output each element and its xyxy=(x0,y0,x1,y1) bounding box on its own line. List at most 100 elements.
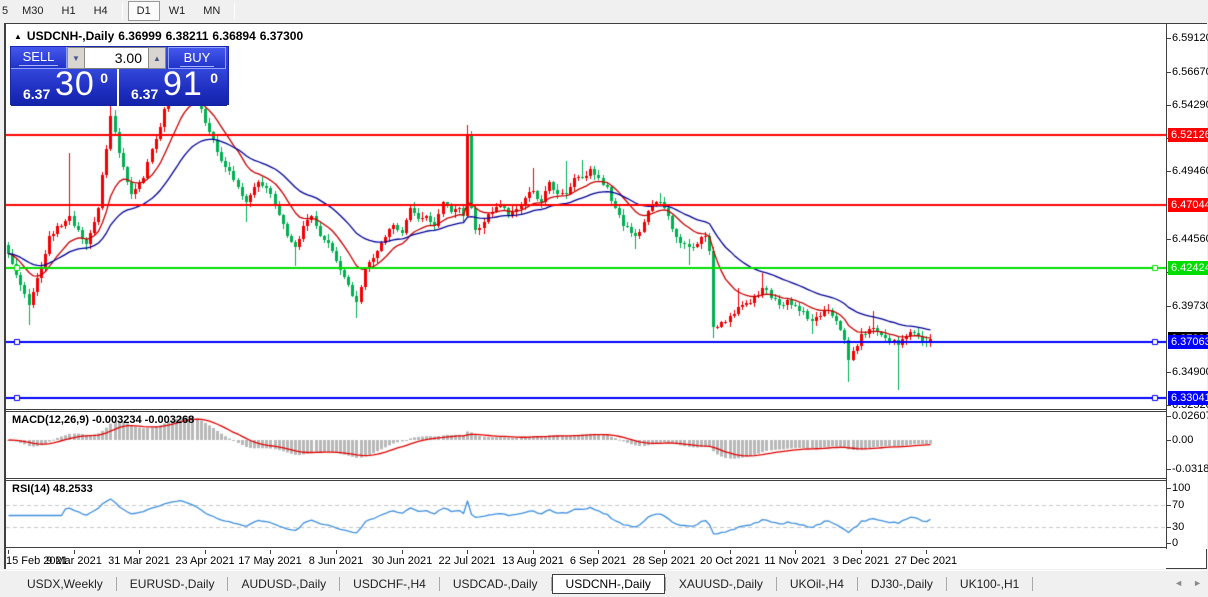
axis-tick-mark xyxy=(1167,505,1171,506)
price-tick-label: 6.59120 xyxy=(1172,32,1208,44)
price-tick-label: 6.39730 xyxy=(1172,300,1208,312)
sell-price-display[interactable]: 6.37 30 0 xyxy=(11,65,119,106)
toolbar-separator xyxy=(121,3,123,19)
axis-tick-mark xyxy=(1167,72,1171,73)
arrow-down-icon: ▼ xyxy=(72,53,80,63)
chart-tab-usdcad-daily[interactable]: USDCAD-,Daily xyxy=(440,575,551,593)
rsi-tick-label: 100 xyxy=(1172,482,1191,494)
date-label: 30 Jun 2021 xyxy=(371,555,433,567)
time-tick-mark xyxy=(139,550,140,554)
macd-tick-label: 0.02607 xyxy=(1172,410,1208,422)
chart-tab-uk100-h1[interactable]: UK100-,H1 xyxy=(947,575,1032,593)
time-tick-mark xyxy=(598,550,599,554)
hline-price-label: 6.42424 xyxy=(1168,261,1208,275)
axis-tick-mark xyxy=(1167,306,1171,307)
axis-tick-mark xyxy=(1167,527,1171,528)
axis-tick-mark xyxy=(1167,416,1171,417)
rsi-tick-label: 70 xyxy=(1172,499,1185,511)
price-tick-label: 6.56670 xyxy=(1172,66,1208,78)
ohlc-high: 6.38211 xyxy=(165,29,209,43)
chart-tab-xauusd-daily[interactable]: XAUUSD-,Daily xyxy=(666,575,776,593)
time-tick-mark xyxy=(533,550,534,554)
tab-divider xyxy=(1032,577,1034,591)
time-axis[interactable]: 15 Feb 2021 9 Mar 2021 31 Mar 2021 23 Apr 2… xyxy=(6,550,1166,569)
one-click-trading-panel: SELL ▼ ▲ BUY 6.37 30 0 6.37 91 0 xyxy=(10,46,229,106)
axis-tick-mark xyxy=(1167,171,1171,172)
time-tick-mark xyxy=(730,550,731,554)
chart-tab-dj30-daily[interactable]: DJ30-,Daily xyxy=(858,575,946,593)
buy-price-sup: 0 xyxy=(210,70,218,86)
timeframe-button-h1[interactable]: H1 xyxy=(53,1,85,21)
chart-tab-bar: USDX,Weekly EURUSD-,Daily AUDUSD-,Daily USD… xyxy=(0,570,1208,597)
collapse-arrow-icon[interactable]: ▲ xyxy=(14,32,22,41)
date-label: 28 Sep 2021 xyxy=(632,555,696,567)
date-label: 20 Oct 2021 xyxy=(700,555,760,567)
chart-tab-eurusd-daily[interactable]: EURUSD-,Daily xyxy=(117,575,228,593)
chart-tab-usdcnh-daily[interactable]: USDCNH-,Daily xyxy=(551,574,665,594)
timeframe-toolbar: 5 M30 H1 H4 D1 W1 MN xyxy=(0,0,1208,22)
price-tick-label: 6.44560 xyxy=(1172,233,1208,245)
toolbar-separator xyxy=(234,3,236,19)
time-tick-mark xyxy=(402,550,403,554)
ohlc-open: 6.36999 xyxy=(118,29,162,43)
timeframe-button-m30[interactable]: M30 xyxy=(13,1,52,21)
time-tick-mark xyxy=(336,550,337,554)
timeframe-button-w1[interactable]: W1 xyxy=(160,1,195,21)
buy-price-display[interactable]: 6.37 91 0 xyxy=(119,65,227,106)
sell-price-small: 6.37 xyxy=(23,86,51,102)
chart-symbol-period: USDCNH-,Daily xyxy=(26,29,115,43)
rsi-indicator-pane[interactable] xyxy=(6,481,1166,549)
price-tick-label: 6.49460 xyxy=(1172,165,1208,177)
axis-tick-mark xyxy=(1167,440,1171,441)
macd-tick-label: -0.03187 xyxy=(1172,463,1208,475)
chart-tab-usdchf-h4[interactable]: USDCHF-,H4 xyxy=(340,575,439,593)
axis-tick-mark xyxy=(1167,105,1171,106)
date-label: 17 May 2021 xyxy=(238,555,302,567)
price-tick-label: 6.34900 xyxy=(1172,366,1208,378)
chart-tab-ukoil-h4[interactable]: UKOil-,H4 xyxy=(777,575,857,593)
axis-tick-mark xyxy=(1167,469,1171,470)
axis-tick-mark xyxy=(1167,488,1171,489)
buy-price-small: 6.37 xyxy=(131,86,159,102)
time-tick-mark xyxy=(795,550,796,554)
time-tick-mark xyxy=(8,550,9,554)
price-tick-label: 6.54290 xyxy=(1172,99,1208,111)
hline-price-label: 6.37063 xyxy=(1168,335,1208,349)
time-tick-mark xyxy=(926,550,927,554)
sell-price-sup: 0 xyxy=(100,70,108,86)
timeframe-button-h4[interactable]: H4 xyxy=(85,1,117,21)
rsi-tick-label: 30 xyxy=(1172,521,1185,533)
axis-tick-mark xyxy=(1167,543,1171,544)
chart-window: ▲ USDCNH-,Daily 6.36999 6.38211 6.36894 6.373… xyxy=(4,23,1208,569)
chart-title: ▲ USDCNH-,Daily 6.36999 6.38211 6.36894 6.373… xyxy=(14,29,307,43)
date-label: 22 Jul 2021 xyxy=(438,555,496,567)
chart-tab-audusd-daily[interactable]: AUDUSD-,Daily xyxy=(228,575,339,593)
sell-price-big: 30 xyxy=(55,65,95,103)
ohlc-close: 6.37300 xyxy=(259,29,304,43)
date-label: 11 Nov 2021 xyxy=(764,555,826,567)
timeframe-button-5[interactable]: 5 xyxy=(0,1,13,21)
hline-price-label: 6.52126 xyxy=(1168,128,1208,142)
price-axis[interactable]: 6.591206.566706.542906.518406.494606.445… xyxy=(1166,24,1208,549)
pane-separator xyxy=(6,547,1206,549)
axis-tick-mark xyxy=(1167,239,1171,240)
time-tick-mark xyxy=(74,550,75,554)
time-tick-mark xyxy=(467,550,468,554)
buy-price-big: 91 xyxy=(163,65,203,103)
date-label: 27 Dec 2021 xyxy=(894,555,958,567)
rsi-tick-label: 0 xyxy=(1172,537,1179,549)
tab-scroll-right-icon[interactable]: ► xyxy=(1193,578,1202,588)
timeframe-button-mn[interactable]: MN xyxy=(194,1,229,21)
chart-tab-usdx-weekly[interactable]: USDX,Weekly xyxy=(14,575,116,593)
arrow-up-icon: ▲ xyxy=(153,53,161,63)
time-tick-mark xyxy=(205,550,206,554)
ohlc-low: 6.36894 xyxy=(212,29,256,43)
date-label: 8 Jun 2021 xyxy=(308,555,364,567)
timeframe-button-d1[interactable]: D1 xyxy=(127,1,160,21)
hline-price-label: 6.47044 xyxy=(1168,198,1208,212)
tab-scroll-left-icon[interactable]: ◄ xyxy=(1174,578,1183,588)
rsi-label: RSI(14) 48.2533 xyxy=(12,483,93,495)
hline-price-label: 6.33041 xyxy=(1168,391,1208,405)
date-label: 13 Aug 2021 xyxy=(502,555,564,567)
time-tick-mark xyxy=(270,550,271,554)
